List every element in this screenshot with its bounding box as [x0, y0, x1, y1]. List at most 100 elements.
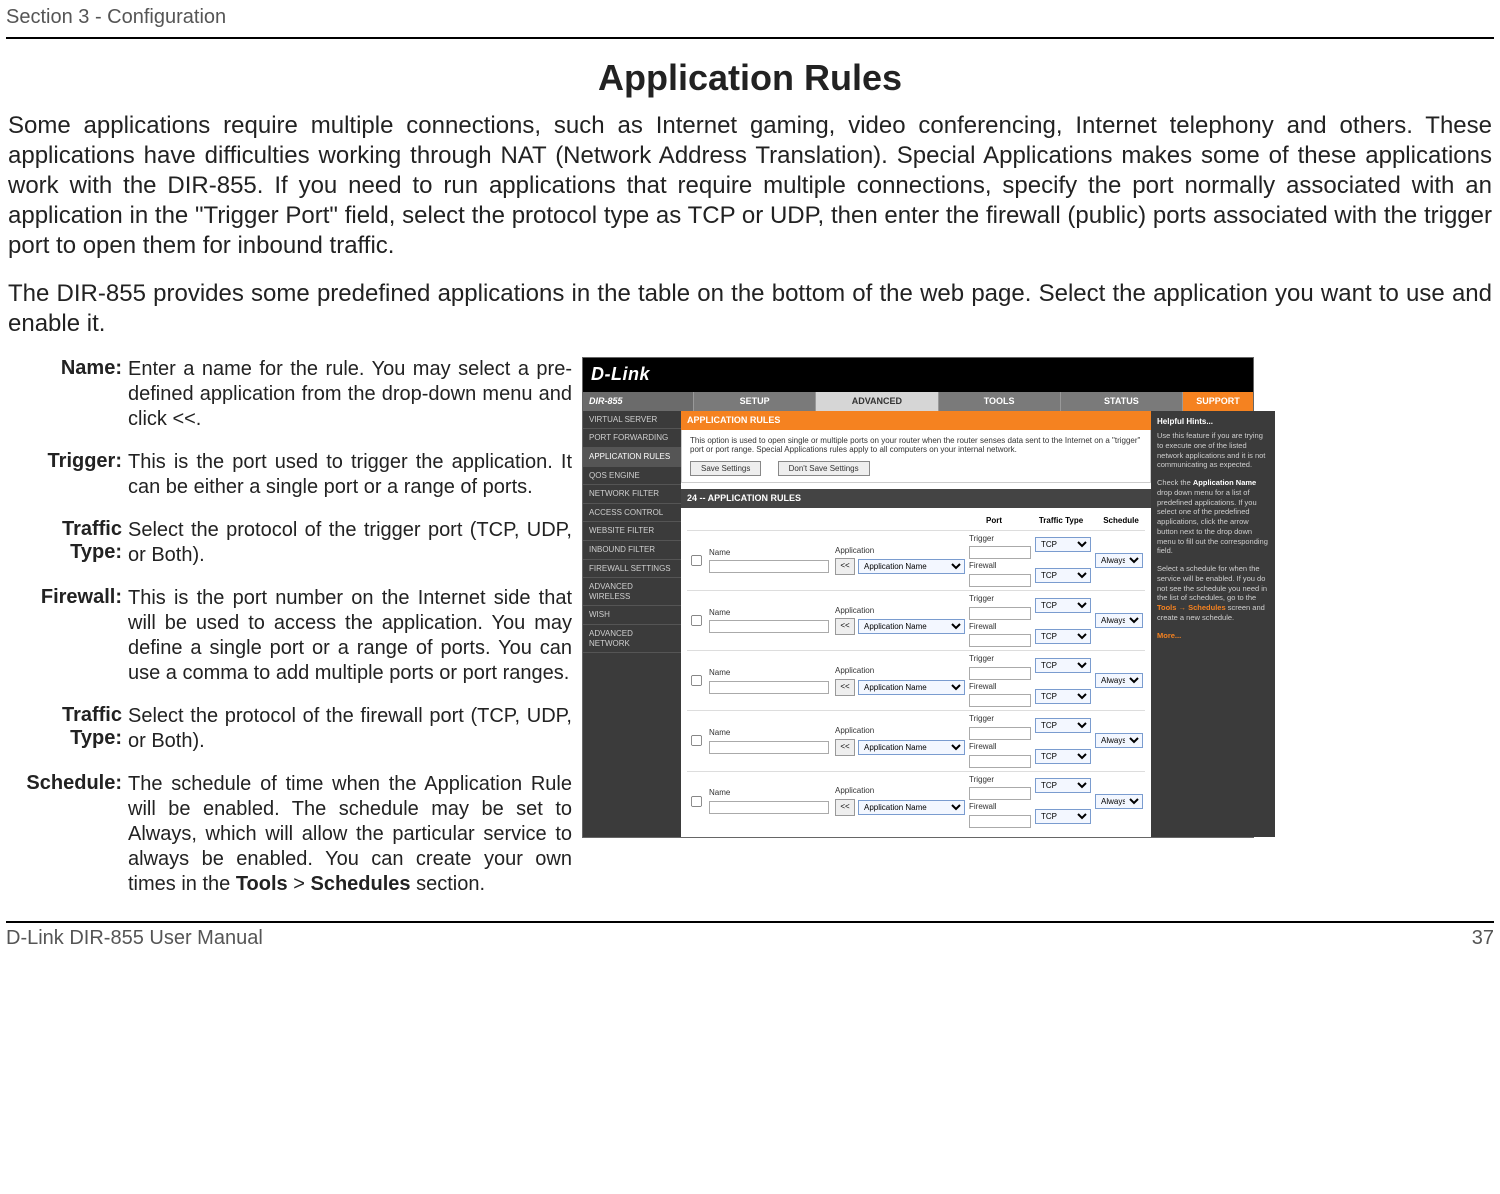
trigger-label: Trigger: [969, 654, 1031, 664]
save-settings-button[interactable]: Save Settings: [690, 461, 761, 477]
dont-save-settings-button[interactable]: Don't Save Settings: [778, 461, 870, 477]
nav-access-control[interactable]: ACCESS CONTROL: [583, 504, 681, 523]
name-input[interactable]: [709, 560, 829, 573]
trigger-port-input[interactable]: [969, 787, 1031, 800]
trigger-port-input[interactable]: [969, 546, 1031, 559]
schedule-select[interactable]: Always: [1095, 613, 1143, 628]
firewall-traffic-type-select[interactable]: TCP: [1035, 568, 1091, 583]
name-input[interactable]: [709, 620, 829, 633]
application-select[interactable]: Application Name: [858, 559, 965, 574]
name-label: Name: [709, 728, 829, 738]
rule-row: Name Application << Application Name Tri…: [687, 530, 1145, 590]
def-term-trigger: Trigger:: [6, 450, 128, 500]
firewall-port-input[interactable]: [969, 815, 1031, 828]
schedule-select[interactable]: Always: [1095, 794, 1143, 809]
application-label: Application: [835, 726, 965, 736]
rule-row: Name Application << Application Name Tri…: [687, 710, 1145, 770]
nav-qos-engine[interactable]: QOS ENGINE: [583, 467, 681, 486]
nav-inbound-filter[interactable]: INBOUND FILTER: [583, 541, 681, 560]
rule-enable-checkbox[interactable]: [691, 796, 702, 807]
def-term-traffic-type-2: Traffic Type:: [6, 704, 128, 754]
tab-tools[interactable]: TOOLS: [938, 392, 1060, 411]
nav-advanced-wireless[interactable]: ADVANCED WIRELESS: [583, 578, 681, 606]
left-nav: VIRTUAL SERVER PORT FORWARDING APPLICATI…: [583, 411, 681, 837]
application-select[interactable]: Application Name: [858, 740, 965, 755]
firewall-label: Firewall: [969, 742, 1031, 752]
nav-virtual-server[interactable]: VIRTUAL SERVER: [583, 411, 681, 430]
name-input[interactable]: [709, 681, 829, 694]
firewall-traffic-type-select[interactable]: TCP: [1035, 809, 1091, 824]
trigger-traffic-type-select[interactable]: TCP: [1035, 598, 1091, 613]
rules-table-header: Port Traffic Type Schedule: [687, 514, 1145, 530]
schedule-select[interactable]: Always: [1095, 553, 1143, 568]
top-nav: DIR-855 SETUP ADVANCED TOOLS STATUS SUPP…: [583, 392, 1253, 411]
trigger-port-input[interactable]: [969, 727, 1031, 740]
rule-enable-checkbox[interactable]: [691, 615, 702, 626]
helpful-hints: Helpful Hints... Use this feature if you…: [1151, 411, 1275, 837]
brand-bar: D-Link: [583, 358, 1253, 392]
application-select[interactable]: Application Name: [858, 800, 965, 815]
hints-title: Helpful Hints...: [1157, 417, 1269, 427]
name-input[interactable]: [709, 801, 829, 814]
panel-title: APPLICATION RULES: [681, 411, 1151, 430]
rule-row: Name Application << Application Name Tri…: [687, 650, 1145, 710]
application-label: Application: [835, 546, 965, 556]
nav-wish[interactable]: WISH: [583, 606, 681, 625]
firewall-traffic-type-select[interactable]: TCP: [1035, 749, 1091, 764]
firewall-label: Firewall: [969, 622, 1031, 632]
nav-advanced-network[interactable]: ADVANCED NETWORK: [583, 625, 681, 653]
col-schedule: Schedule: [1097, 516, 1145, 526]
dlink-logo: D-Link: [591, 364, 650, 386]
nav-application-rules[interactable]: APPLICATION RULES: [583, 448, 681, 467]
apply-app-button[interactable]: <<: [835, 618, 855, 635]
rule-enable-checkbox[interactable]: [691, 675, 702, 686]
apply-app-button[interactable]: <<: [835, 799, 855, 816]
firewall-traffic-type-select[interactable]: TCP: [1035, 629, 1091, 644]
nav-website-filter[interactable]: WEBSITE FILTER: [583, 522, 681, 541]
trigger-traffic-type-select[interactable]: TCP: [1035, 537, 1091, 552]
schedule-select[interactable]: Always: [1095, 673, 1143, 688]
def-term-name: Name:: [6, 357, 128, 432]
footer-page-number: 37: [1472, 927, 1494, 950]
nav-port-forwarding[interactable]: PORT FORWARDING: [583, 429, 681, 448]
schedule-select[interactable]: Always: [1095, 733, 1143, 748]
hints-more-link[interactable]: More...: [1157, 631, 1181, 640]
trigger-traffic-type-select[interactable]: TCP: [1035, 778, 1091, 793]
trigger-port-input[interactable]: [969, 607, 1031, 620]
trigger-traffic-type-select[interactable]: TCP: [1035, 718, 1091, 733]
firewall-label: Firewall: [969, 682, 1031, 692]
tab-support[interactable]: SUPPORT: [1182, 392, 1253, 411]
rule-enable-checkbox[interactable]: [691, 735, 702, 746]
firewall-port-input[interactable]: [969, 574, 1031, 587]
section-header: Section 3 - Configuration: [6, 4, 1494, 33]
intro-paragraph-2: The DIR-855 provides some predefined app…: [8, 279, 1492, 339]
apply-app-button[interactable]: <<: [835, 679, 855, 696]
firewall-port-input[interactable]: [969, 694, 1031, 707]
def-desc-traffic-type-2: Select the protocol of the firewall port…: [128, 704, 572, 754]
nav-firewall-settings[interactable]: FIREWALL SETTINGS: [583, 560, 681, 579]
firewall-port-input[interactable]: [969, 755, 1031, 768]
firewall-port-input[interactable]: [969, 634, 1031, 647]
def-desc-firewall: This is the port number on the Internet …: [128, 586, 572, 686]
application-select[interactable]: Application Name: [858, 680, 965, 695]
apply-app-button[interactable]: <<: [835, 558, 855, 575]
nav-network-filter[interactable]: NETWORK FILTER: [583, 485, 681, 504]
trigger-traffic-type-select[interactable]: TCP: [1035, 658, 1091, 673]
firewall-label: Firewall: [969, 802, 1031, 812]
application-select[interactable]: Application Name: [858, 619, 965, 634]
apply-app-button[interactable]: <<: [835, 739, 855, 756]
tab-status[interactable]: STATUS: [1060, 392, 1182, 411]
tab-setup[interactable]: SETUP: [693, 392, 815, 411]
application-label: Application: [835, 786, 965, 796]
rules-table: Port Traffic Type Schedule Name Applicat…: [681, 508, 1151, 837]
def-term-schedule: Schedule:: [6, 772, 128, 897]
footer-left: D-Link DIR-855 User Manual: [6, 927, 263, 950]
trigger-port-input[interactable]: [969, 667, 1031, 680]
name-input[interactable]: [709, 741, 829, 754]
name-label: Name: [709, 788, 829, 798]
name-label: Name: [709, 548, 829, 558]
tab-advanced[interactable]: ADVANCED: [815, 392, 937, 411]
name-label: Name: [709, 608, 829, 618]
rule-enable-checkbox[interactable]: [691, 555, 702, 566]
firewall-traffic-type-select[interactable]: TCP: [1035, 689, 1091, 704]
